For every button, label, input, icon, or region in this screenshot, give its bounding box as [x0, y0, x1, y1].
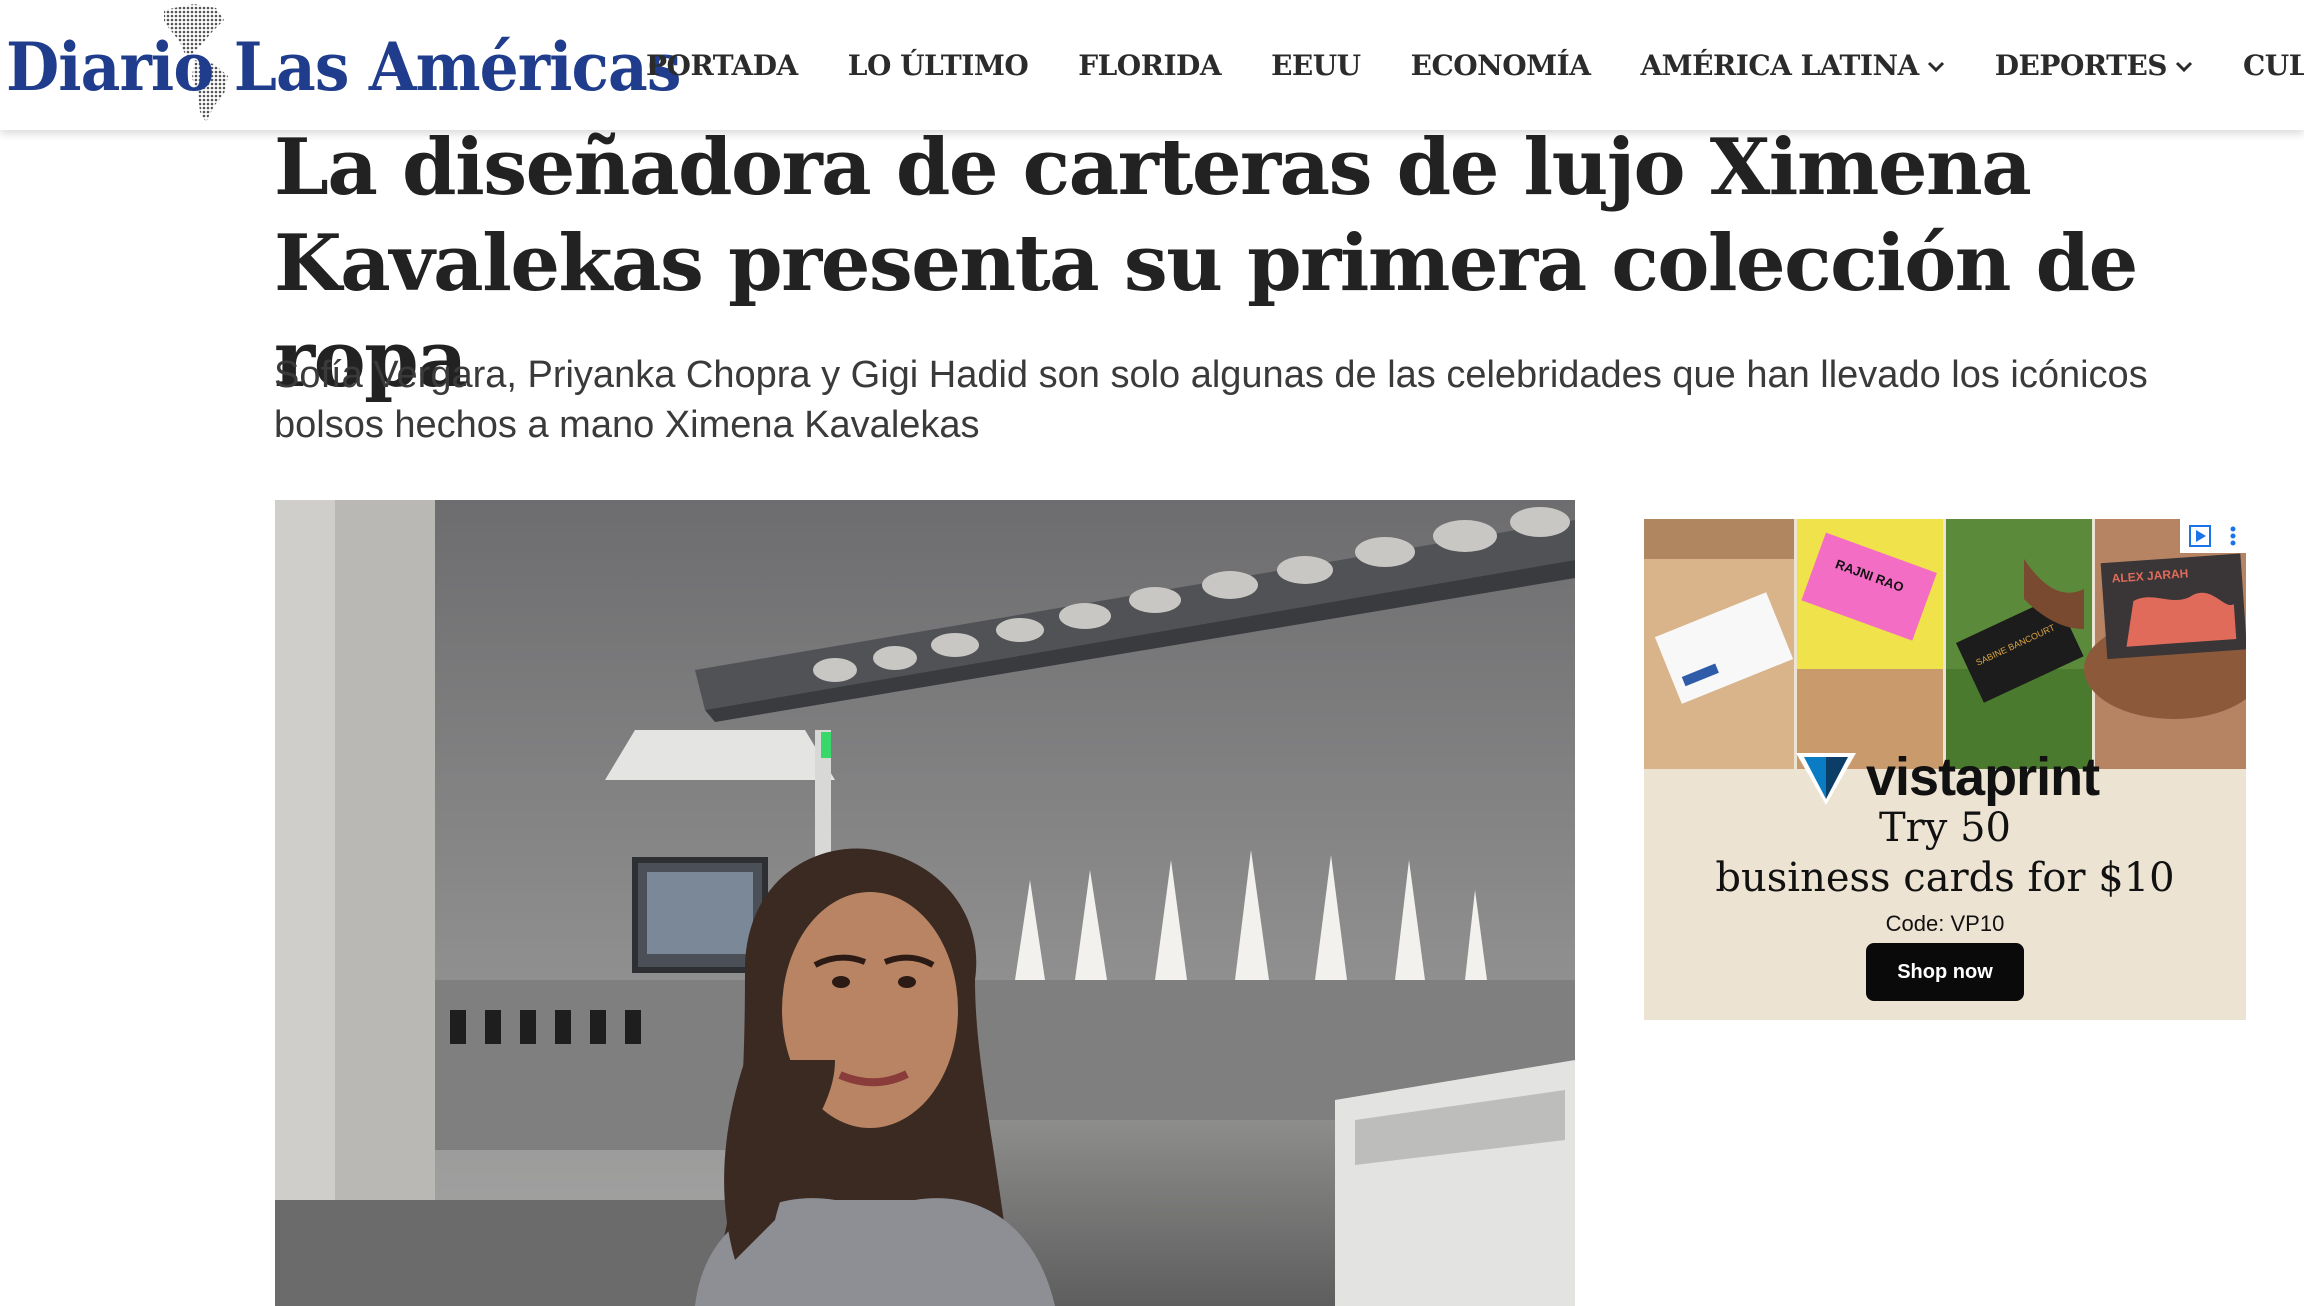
nav-item-label: EEUU	[1271, 48, 1361, 82]
nav-item-label: ECONOMÍA	[1410, 48, 1591, 82]
site-logo[interactable]: Diario Las Américas	[6, 4, 681, 122]
knitting-factory-photo	[275, 500, 1575, 1306]
nav-item-america-latina[interactable]: AMÉRICA LATINA	[1640, 49, 1944, 82]
ad-headline-2: business cards for $10	[1715, 855, 2175, 901]
chevron-down-icon	[1927, 61, 1944, 73]
ad-headline-1: Try 50	[1878, 805, 2011, 851]
ad-business-card-images: RAJNI RAO SABINE BANCOURT ALEX JARAH	[1644, 519, 2246, 769]
nav-item-eeuu[interactable]: EEUU	[1271, 49, 1361, 82]
ad-promo-code: Code: VP10	[1885, 911, 2005, 936]
vistaprint-v-icon	[1796, 753, 1856, 805]
nav-item-label: PORTADA	[646, 48, 798, 82]
ad-brand-name: vistaprint	[1866, 747, 2100, 807]
logo-wordmark: Diario Las Américas	[6, 28, 681, 106]
ad-choices-badge[interactable]	[2180, 519, 2246, 553]
nav-item-label: DEPORTES	[1994, 48, 2168, 82]
site-header: Diario Las Américas PORTADA LO ÚLTIMO FL…	[0, 0, 2304, 130]
nav-item-cultura[interactable]: CULTURA	[2243, 49, 2304, 82]
adchoices-icon	[2189, 525, 2211, 547]
nav-item-deportes[interactable]: DEPORTES	[1995, 49, 2193, 82]
nav-item-label: AMÉRICA LATINA	[1640, 48, 1919, 82]
nav-item-label: LO ÚLTIMO	[847, 48, 1029, 82]
nav-item-portada[interactable]: PORTADA	[646, 49, 798, 82]
business-cards-photo: RAJNI RAO SABINE BANCOURT ALEX JARAH	[1644, 519, 2246, 769]
nav-item-lo-ultimo[interactable]: LO ÚLTIMO	[847, 48, 1029, 82]
shop-now-button[interactable]: Shop now	[1866, 943, 2024, 1001]
nav-item-label: CULTURA	[2243, 48, 2304, 82]
nav-item-economia[interactable]: ECONOMÍA	[1411, 49, 1591, 82]
article-hero-image	[275, 500, 1575, 1306]
main-nav: PORTADA LO ÚLTIMO FLORIDA EEUU ECONOMÍA …	[646, 0, 2304, 130]
vistaprint-ad[interactable]: RAJNI RAO SABINE BANCOURT ALEX JARAH vis…	[1644, 519, 2246, 1020]
more-options-icon	[2230, 526, 2236, 546]
article-subheadline: Sofía Vergara, Priyanka Chopra y Gigi Ha…	[274, 354, 2148, 446]
nav-item-label: FLORIDA	[1078, 48, 1222, 82]
chevron-down-icon	[2175, 61, 2193, 73]
nav-item-florida[interactable]: FLORIDA	[1078, 49, 1221, 82]
